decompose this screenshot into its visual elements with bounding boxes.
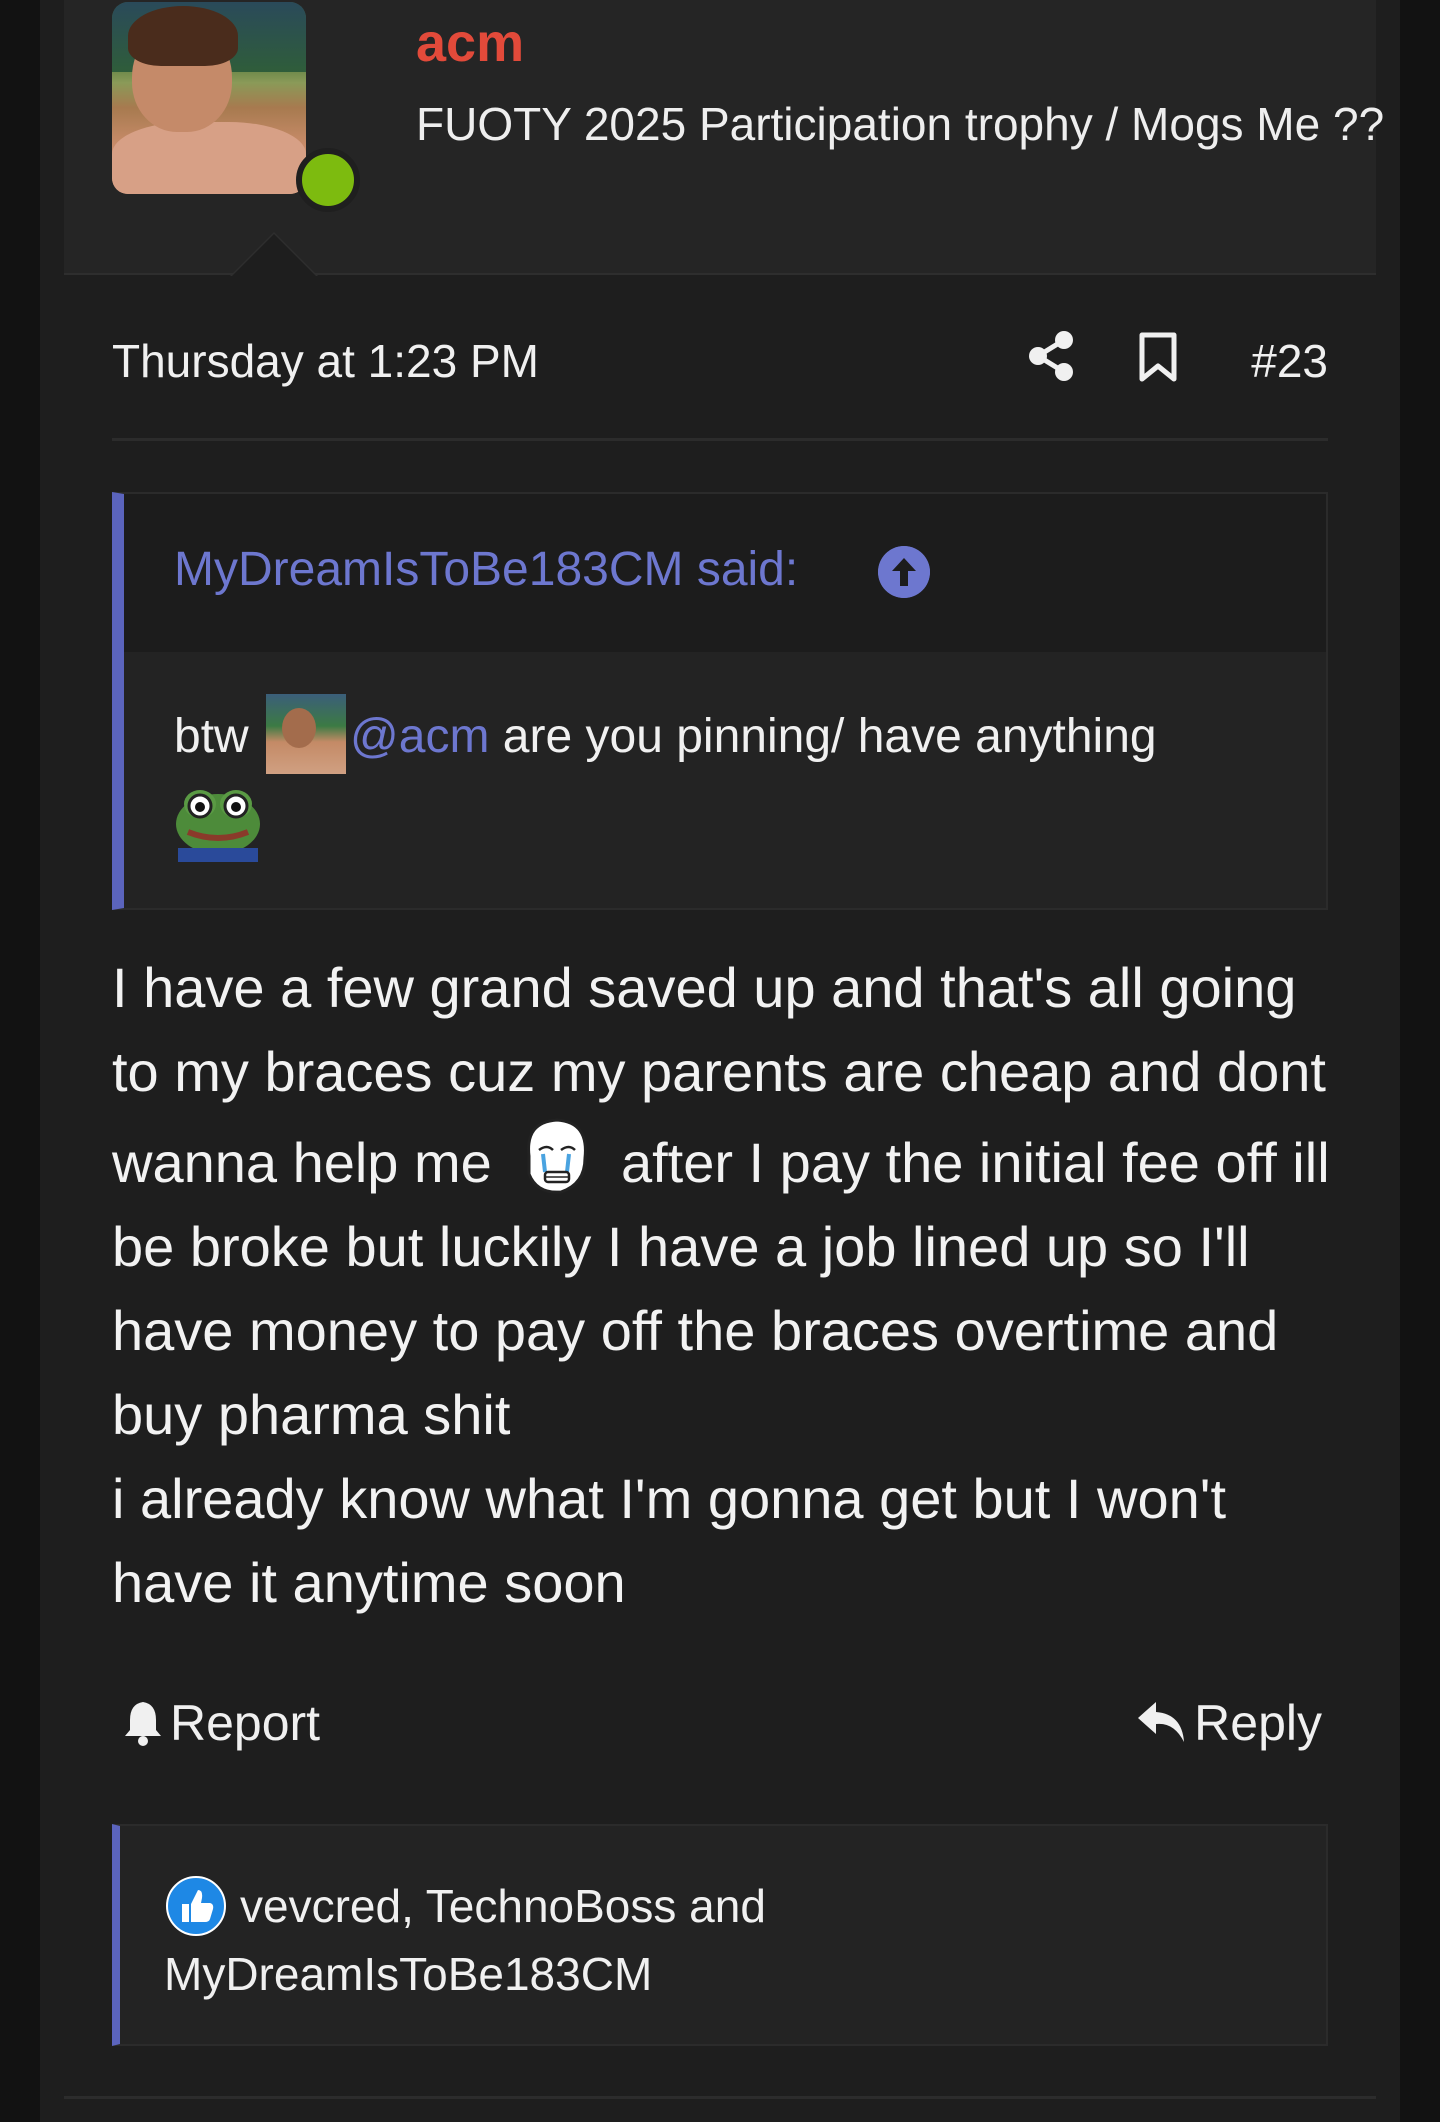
crying-wojak-emoji-icon bbox=[527, 1118, 588, 1194]
avatar-pointer bbox=[230, 232, 318, 276]
arrow-up-circle-icon[interactable] bbox=[878, 546, 930, 598]
quote-author-link[interactable]: MyDreamIsToBe183CM said: bbox=[174, 542, 798, 597]
quote-text-before: btw bbox=[174, 710, 249, 763]
post-number-link[interactable]: #23 bbox=[1251, 334, 1328, 388]
share-icon[interactable] bbox=[1026, 330, 1076, 382]
reaction-users[interactable]: vevcred, TechnoBoss and MyDreamIsToBe183… bbox=[164, 1872, 1264, 2008]
username[interactable]: acm bbox=[416, 12, 524, 74]
user-title: FUOTY 2025 Participation trophy / Mogs M… bbox=[416, 98, 1385, 150]
avatar-hair bbox=[128, 6, 238, 66]
meta-divider bbox=[112, 438, 1328, 441]
post-date[interactable]: Thursday at 1:23 PM bbox=[112, 334, 539, 388]
bookmark-icon[interactable] bbox=[1138, 332, 1178, 382]
quote-text-after: are you pinning/ have anything bbox=[502, 710, 1157, 763]
mention-avatar bbox=[266, 694, 347, 774]
pepe-emoji-icon bbox=[176, 790, 260, 862]
online-status-indicator bbox=[296, 148, 360, 212]
bell-icon bbox=[125, 1702, 161, 1746]
report-label: Report bbox=[170, 1695, 321, 1751]
page-gutter-left bbox=[0, 0, 40, 2122]
report-button[interactable]: Report bbox=[122, 1694, 320, 1752]
reactions-bar[interactable]: vevcred, TechnoBoss and MyDreamIsToBe183… bbox=[112, 1824, 1328, 2046]
post-user-header: acm FUOTY 2025 Participation trophy / Mo… bbox=[64, 0, 1384, 276]
reply-arrow-icon bbox=[1138, 1702, 1185, 1742]
avatar-body bbox=[112, 122, 306, 194]
reply-button[interactable]: Reply bbox=[1136, 1694, 1322, 1752]
user-avatar[interactable] bbox=[112, 2, 306, 194]
page-gutter-right bbox=[1400, 0, 1440, 2122]
message-text-part3: i already know what I'm gonna get but I … bbox=[112, 1467, 1227, 1614]
quote-block: MyDreamIsToBe183CM said: btw @acm are yo… bbox=[112, 492, 1328, 910]
post-meta-row: Thursday at 1:23 PM #23 bbox=[112, 320, 1328, 400]
quote-header: MyDreamIsToBe183CM said: bbox=[124, 494, 1326, 652]
reply-label: Reply bbox=[1194, 1695, 1322, 1751]
post-bottom-divider bbox=[64, 2096, 1376, 2099]
post-message: I have a few grand saved up and that's a… bbox=[112, 946, 1342, 1625]
quote-body: btw @acm are you pinning/ have anything bbox=[174, 694, 1284, 874]
user-mention-link[interactable]: @acm bbox=[350, 710, 489, 763]
